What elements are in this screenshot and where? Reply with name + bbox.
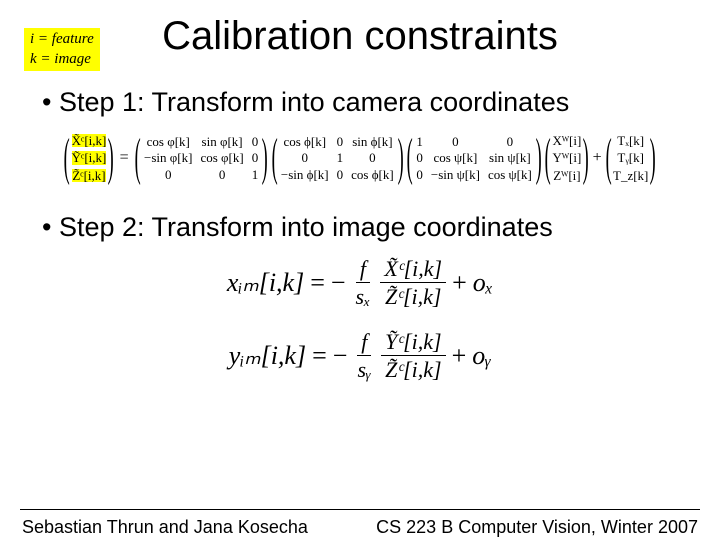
- page-title: Calibration constraints: [0, 14, 720, 59]
- legend-line-1: i = feature: [30, 30, 94, 50]
- footer: Sebastian Thrun and Jana Kosecha CS 223 …: [22, 517, 698, 538]
- equation-step1: ( X̃ᶜ[i,k] Ỹᶜ[i,k] Z̃ᶜ[i,k] ) = ( cos φ[…: [0, 132, 720, 184]
- lhs-z: Z̃ᶜ[i,k]: [72, 169, 105, 183]
- legend-line-2: k = image: [30, 50, 94, 70]
- legend-box: i = feature k = image: [24, 28, 100, 71]
- eq2-x: xᵢₘ[i,k] = − f sₓ X̃ᶜ[i,k] Z̃ᶜ[i,k] + oₓ: [227, 257, 493, 308]
- world-vector: ( Xᵂ[i] Yᵂ[i] Zᵂ[i] ): [543, 132, 591, 184]
- lhs-y: Ỹᶜ[i,k]: [72, 151, 107, 165]
- rot-psi: ( 100 0cos ψ[k]sin ψ[k] 0−sin ψ[k]cos ψ[…: [405, 132, 543, 184]
- footer-right: CS 223 B Computer Vision, Winter 2007: [376, 517, 698, 538]
- equation-step2: xᵢₘ[i,k] = − f sₓ X̃ᶜ[i,k] Z̃ᶜ[i,k] + oₓ…: [0, 257, 720, 381]
- lhs-x: X̃ᶜ[i,k]: [72, 134, 107, 148]
- eq2-y: yᵢₘ[i,k] = − f sᵧ Ỹᶜ[i,k] Z̃ᶜ[i,k] + oᵧ: [229, 330, 492, 381]
- lhs-vector: ( X̃ᶜ[i,k] Ỹᶜ[i,k] Z̃ᶜ[i,k] ): [62, 132, 115, 184]
- footer-divider: [20, 509, 700, 510]
- bullet-step1: Step 1: Transform into camera coordinate…: [42, 87, 720, 118]
- rot-phi: ( cos φ[k]sin φ[k]0 −sin φ[k]cos φ[k]0 0…: [133, 132, 270, 184]
- bullet-step2: Step 2: Transform into image coordinates: [42, 212, 720, 243]
- translation-vector: ( Tₓ[k] Tᵧ[k] T_z[k] ): [604, 132, 658, 184]
- rot-theta: ( cos ϕ[k]0sin ϕ[k] 010 −sin ϕ[k]0cos ϕ[…: [270, 132, 406, 184]
- equals-sign: =: [120, 150, 129, 167]
- footer-left: Sebastian Thrun and Jana Kosecha: [22, 517, 308, 538]
- plus-sign: +: [593, 150, 602, 167]
